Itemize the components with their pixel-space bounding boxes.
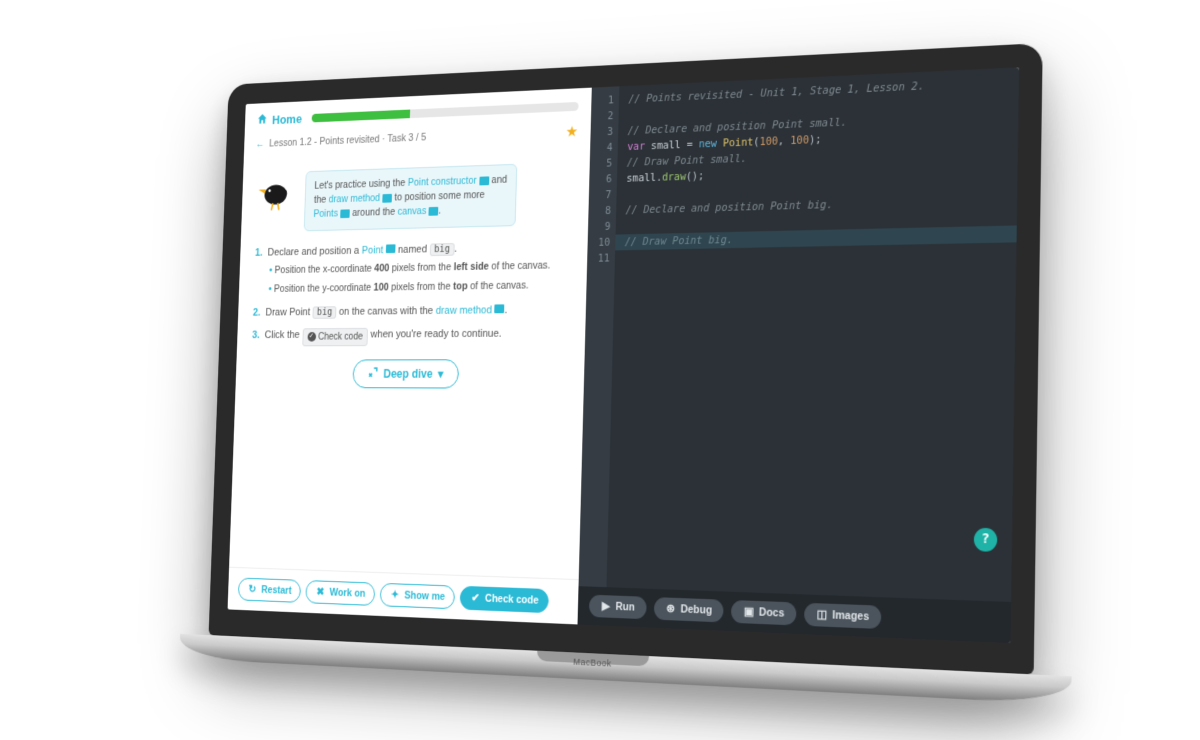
deep-dive-icon [367,366,379,381]
instruction-list: 1. Declare and position a Point named bi… [252,238,572,346]
star-icon[interactable]: ★ [566,122,579,140]
chip-icon [340,210,350,219]
chip-icon [382,194,392,203]
run-button[interactable]: ▶ Run [589,595,646,620]
code-line[interactable] [628,91,1008,124]
check-icon: ✔ [470,592,481,604]
home-label: Home [272,112,302,127]
intro-bubble: Let's practice using the Point construct… [304,164,518,231]
code-line[interactable] [624,243,1006,267]
images-button[interactable]: ◫ Images [804,603,882,629]
code-line[interactable]: // Declare and position Point big. [626,192,1007,219]
line-number: 10 [597,235,610,251]
breadcrumb-back[interactable]: ← [255,138,264,149]
kw-draw-method-2[interactable]: draw method [436,304,493,316]
folder-icon: ▣ [743,606,754,618]
line-number: 5 [599,156,612,172]
home-link[interactable]: Home [256,111,302,129]
kw-points[interactable]: Points [313,208,338,220]
progress-fill [312,110,411,123]
line-number: 8 [598,203,611,219]
line-number: 2 [600,108,613,124]
instructions-panel: Home ← Lesson 1.2 - Points revisited · T… [228,88,592,625]
laptop-mockup: Home ← Lesson 1.2 - Points revisited · T… [0,0,1200,740]
code-line[interactable]: // Draw Point small. [627,141,1008,171]
instruction-step-1: 1. Declare and position a Point named bi… [254,238,572,297]
kw-draw-method[interactable]: draw method [328,193,380,206]
instruction-step-2: 2. Draw Point big on the canvas with the… [253,301,570,320]
line-number: 4 [599,140,612,156]
bug-icon: ⊛ [665,603,676,615]
mascot-icon [256,172,297,218]
kw-canvas[interactable]: canvas [397,206,426,218]
tools-icon: ✖ [315,586,326,598]
kw-point-constructor[interactable]: Point constructor [408,175,477,189]
code-line[interactable] [625,209,1006,235]
code-big: big [430,243,455,256]
code-line[interactable]: var small = new Point(100, 100); [627,124,1008,155]
breadcrumb-text: Lesson 1.2 - Points revisited · Task 3 /… [269,132,426,150]
laptop-label: MacBook [573,657,612,669]
instruction-sub-1b: Position the y-coordinate 100 pixels fro… [268,278,570,297]
chip-icon [479,176,489,185]
code-editor[interactable]: 1234567891011 // Points revisited - Unit… [579,67,1019,602]
check-code-button[interactable]: ✔ Check code [460,586,549,613]
line-highlight [615,225,1016,250]
line-number: 3 [600,124,613,140]
line-number: 6 [599,171,612,187]
code-line[interactable] [626,175,1007,203]
app-screen: Home ← Lesson 1.2 - Points revisited · T… [228,67,1020,643]
line-number: 7 [598,187,611,203]
chip-icon [386,244,396,253]
play-icon: ▶ [600,601,611,613]
code-line[interactable]: // Draw Point big. [625,226,1007,251]
docs-button[interactable]: ▣ Docs [731,600,796,625]
line-number: 1 [601,92,614,108]
instruction-step-3: 3. Click the ✓Check code when you're rea… [252,326,569,347]
instruction-sub-1a: Position the x-coordinate 400 pixels fro… [269,258,571,278]
work-on-button[interactable]: ✖ Work on [305,580,375,606]
images-icon: ◫ [816,609,827,621]
line-number: 11 [596,251,609,267]
progress-bar [312,102,579,123]
debug-button[interactable]: ⊛ Debug [654,597,724,622]
restart-icon: ↻ [247,584,257,596]
laptop-bezel: Home ← Lesson 1.2 - Points revisited · T… [209,43,1043,675]
chevron-down-icon: ▾ [438,367,444,381]
help-button[interactable]: ? [974,528,998,552]
kw-point[interactable]: Point [362,244,384,256]
check-code-inline: ✓Check code [302,328,368,346]
deep-dive-button[interactable]: Deep dive ▾ [352,359,459,388]
show-me-button[interactable]: ✦ Show me [380,583,455,609]
home-icon [256,112,268,128]
code-line[interactable]: // Declare and position Point small. [628,108,1008,140]
code-line[interactable]: // Points revisited - Unit 1, Stage 1, L… [628,74,1008,107]
code-editor-panel: 1234567891011 // Points revisited - Unit… [578,67,1019,643]
code-line[interactable]: small.draw(); [626,158,1007,187]
line-number: 9 [597,219,610,235]
code-lines[interactable]: // Points revisited - Unit 1, Stage 1, L… [607,67,1019,602]
lightbulb-icon: ✦ [389,589,400,601]
editor-footer: ▶ Run ⊛ Debug ▣ Docs ◫ I [578,586,1011,643]
code-big-2: big [313,306,337,319]
lesson-content: Let's practice using the Point construct… [229,146,590,580]
restart-button[interactable]: ↻ Restart [238,578,301,603]
